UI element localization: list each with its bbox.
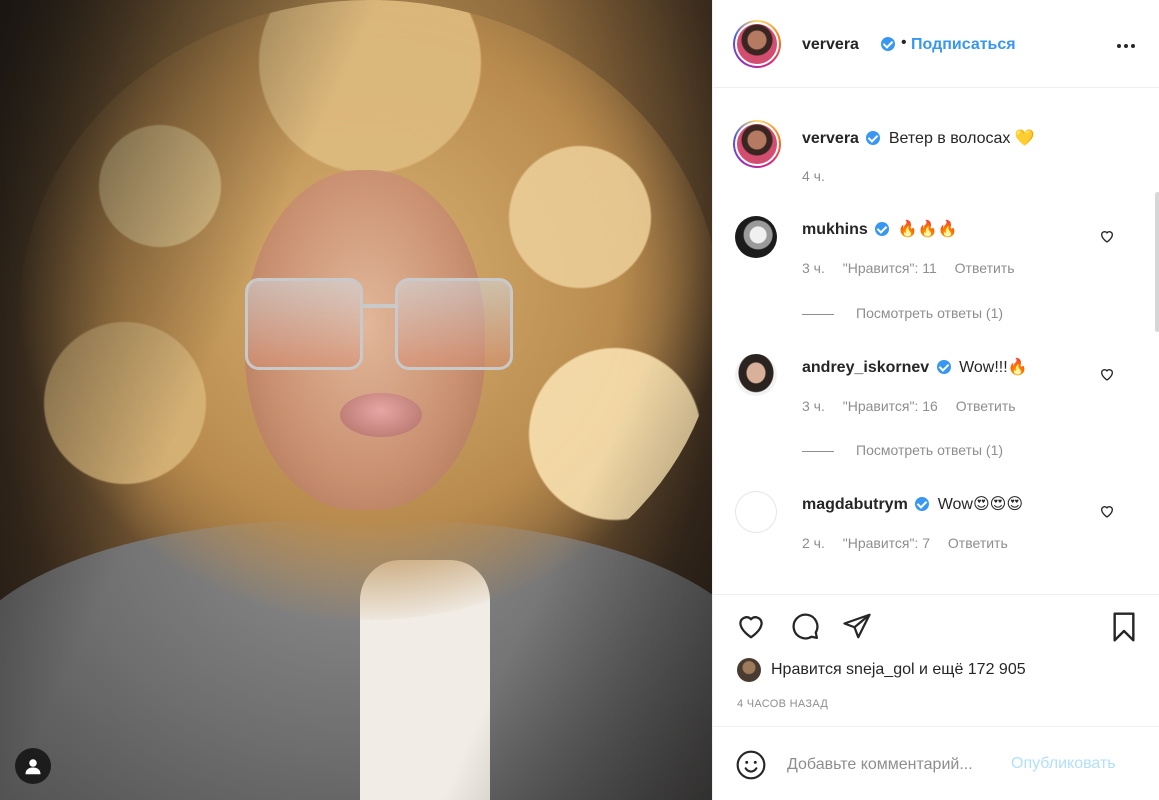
emoji-icon[interactable] [735,749,767,781]
comments-scrollbar[interactable] [1155,192,1159,332]
comment-time: 3 ч. [802,398,825,414]
comment-text: Wow😍😍😍 [937,496,1024,513]
likes-text[interactable]: Нравится sneja_gol и ещё 172 905 [771,661,1026,679]
separator-dot: • [901,34,907,51]
heart-icon[interactable] [735,611,767,641]
view-replies-label: Посмотреть ответы (1) [856,442,1004,458]
comment-input[interactable] [787,751,1007,779]
verified-badge-icon [915,497,930,511]
comment-like-icon[interactable] [1099,366,1115,382]
author-avatar[interactable] [733,20,781,68]
comment-reply-button[interactable]: Ответить [948,535,1008,551]
tag-user-icon [25,759,41,775]
likes-summary[interactable]: Нравится sneja_gol и ещё 172 905 [737,658,1026,682]
caption-avatar[interactable] [733,120,781,168]
verified-badge-icon [875,222,890,236]
view-replies-label: Посмотреть ответы (1) [856,305,1004,321]
more-options-icon[interactable] [1117,36,1139,56]
comment-like-icon[interactable] [1099,228,1115,244]
photo-shadow [0,0,712,800]
post-photo[interactable] [0,0,712,800]
caption-text: Ветер в волосах 💛 [888,130,1035,147]
follow-button[interactable]: Подписаться [911,36,1016,54]
bookmark-icon[interactable] [1108,611,1140,643]
liker-avatar[interactable] [737,658,761,682]
verified-badge-icon [936,360,951,374]
post-panel: ververa • Подписаться ververa Ветер в во… [712,0,1159,800]
share-icon[interactable] [841,611,873,641]
comment-username[interactable]: mukhins [802,221,868,238]
caption-username[interactable]: ververa [802,130,859,147]
comment-likes[interactable]: "Нравится": 11 [843,260,937,276]
comment-avatar[interactable] [735,491,777,533]
comment-likes[interactable]: "Нравится": 7 [843,535,930,551]
comment-avatar[interactable] [735,354,777,396]
verified-badge-icon [866,131,881,145]
tagged-users-button[interactable] [15,748,51,784]
view-replies-button[interactable]: Посмотреть ответы (1) [802,305,1003,321]
caption-time: 4 ч. [802,168,825,184]
comments-list[interactable]: ververa Ветер в волосах 💛 4 ч. mukhins 🔥… [713,89,1159,593]
comment-icon[interactable] [789,611,821,641]
add-comment-bar: Опубликовать [713,726,1159,800]
comment-like-icon[interactable] [1099,503,1115,519]
view-replies-button[interactable]: Посмотреть ответы (1) [802,442,1003,458]
comment-text: Wow!!!🔥 [959,359,1028,376]
post-comment-button[interactable]: Опубликовать [1011,755,1116,773]
comment-time: 2 ч. [802,535,825,551]
comment-username[interactable]: magdabutrym [802,496,908,513]
comment-time: 3 ч. [802,260,825,276]
comment-username[interactable]: andrey_iskornev [802,359,929,376]
post-timestamp: 4 ЧАСОВ НАЗАД [737,698,829,710]
comment-reply-button[interactable]: Ответить [955,260,1015,276]
verified-badge-icon [881,37,895,51]
post-header: ververa • Подписаться [713,0,1159,88]
author-username[interactable]: ververa [802,36,859,54]
comment-text: 🔥🔥🔥 [897,221,958,238]
comment-avatar[interactable] [735,216,777,258]
post-actions: Нравится sneja_gol и ещё 172 905 4 ЧАСОВ… [713,594,1159,726]
comment-likes[interactable]: "Нравится": 16 [843,398,938,414]
comment-reply-button[interactable]: Ответить [956,398,1016,414]
